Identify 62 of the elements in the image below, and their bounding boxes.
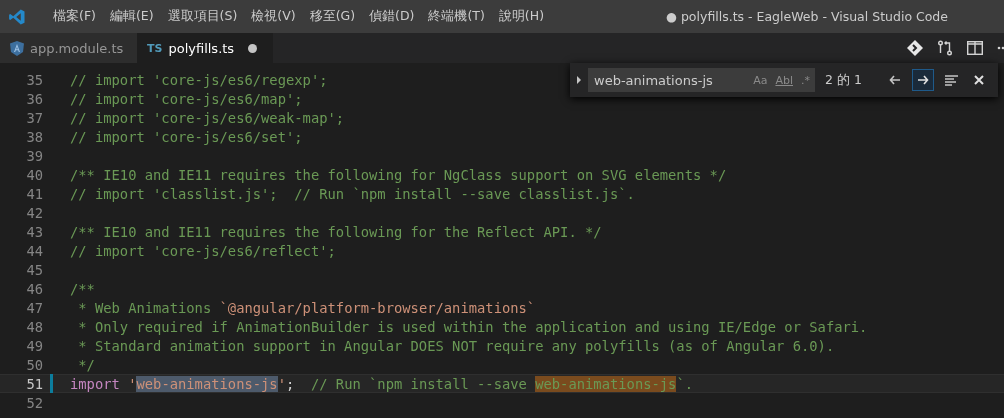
code-line: /**	[70, 280, 95, 297]
lines-icon	[944, 74, 958, 86]
line-number: 51	[25, 375, 43, 392]
menu-item[interactable]: 說明(H)	[491, 8, 551, 25]
line-number: 35	[25, 71, 43, 88]
compare-changes-icon[interactable]	[937, 40, 953, 56]
menu-item[interactable]: 終端機(T)	[421, 8, 492, 25]
app-logo-icon	[8, 7, 26, 26]
menu-item[interactable]: 檔案(F)	[46, 8, 103, 25]
line-number: 50	[25, 356, 43, 373]
code-line: // import 'core-js/es6/weak-map';	[70, 109, 345, 126]
line-number: 47	[25, 299, 43, 316]
line-number: 41	[25, 185, 43, 202]
modified-line-marker	[50, 374, 53, 393]
line-number: 38	[25, 128, 43, 145]
code-line: /** IE10 and IE11 requires the following for the Reflect API. */	[70, 223, 602, 240]
line-number: 52	[25, 394, 43, 411]
code-line: // import 'core-js/es6/reflect';	[70, 242, 336, 259]
unsaved-dot-icon	[248, 43, 258, 53]
line-number: 43	[25, 223, 43, 240]
code-line: // import 'core-js/es6/map';	[70, 90, 303, 107]
diamond-arrow-icon[interactable]	[907, 40, 923, 56]
triangle-right-icon	[576, 76, 582, 84]
code-line: import 'web-animations-js'; // Run `npm install --save web-animations-js`.	[70, 375, 694, 392]
code-line: // import 'classlist.js'; // Run `npm install --save classlist.js`.	[70, 185, 635, 202]
match-count: 2 的 1	[825, 71, 862, 89]
line-number: 36	[25, 90, 43, 107]
split-editor-icon[interactable]	[967, 41, 983, 55]
code-line: */	[77, 356, 95, 373]
next-match-button[interactable]	[912, 69, 934, 91]
code-line: * Web Animations `@angular/platform-browser/animations`	[77, 299, 536, 316]
line-number: 37	[25, 109, 43, 126]
close-icon	[974, 75, 984, 85]
shield-icon	[10, 40, 24, 56]
line-number: 48	[25, 318, 43, 335]
arrow-left-icon	[889, 75, 901, 85]
code-line: * Only required if AnimationBuilder is used within the application and using IE/Edge or Safari.	[77, 318, 868, 335]
line-number: 45	[25, 261, 43, 278]
window-title: ● polyfills.ts - EagleWeb - Visual Studio Code	[666, 9, 948, 24]
code-line: * Standard animation support in Angular DOES NOT require any polyfills (as of Angular 6.0).	[77, 337, 835, 354]
menu-item[interactable]: 檢視(V)	[244, 8, 303, 25]
menu-item[interactable]: 編輯(E)	[102, 8, 161, 25]
editor-tab[interactable]: app.module.ts	[0, 33, 137, 63]
code-line: // import 'core-js/es6/set';	[70, 128, 303, 145]
code-line: // import 'core-js/es6/regexp';	[70, 71, 328, 88]
line-number: 39	[25, 147, 43, 164]
line-number: 40	[25, 166, 43, 183]
more-icon[interactable]	[997, 46, 1004, 50]
code-line: /** IE10 and IE11 requires the following for NgClass support on SVG elements */	[70, 166, 727, 183]
menu-item[interactable]: 選取項目(S)	[160, 8, 245, 25]
toggle-replace-button[interactable]	[576, 76, 582, 84]
line-number: 44	[25, 242, 43, 259]
line-number: 49	[25, 337, 43, 354]
menu-item[interactable]: 移至(G)	[302, 8, 363, 25]
tab-label: app.module.ts	[30, 40, 124, 56]
ts-file-icon: TS	[147, 41, 163, 55]
menu-item[interactable]: 偵錯(D)	[362, 8, 422, 25]
tab-label: polyfills.ts	[168, 40, 235, 56]
line-number: 46	[25, 280, 43, 297]
editor-tab[interactable]: TS polyfills.ts	[137, 33, 273, 63]
arrow-right-icon	[917, 75, 929, 85]
line-number: 42	[25, 204, 43, 221]
